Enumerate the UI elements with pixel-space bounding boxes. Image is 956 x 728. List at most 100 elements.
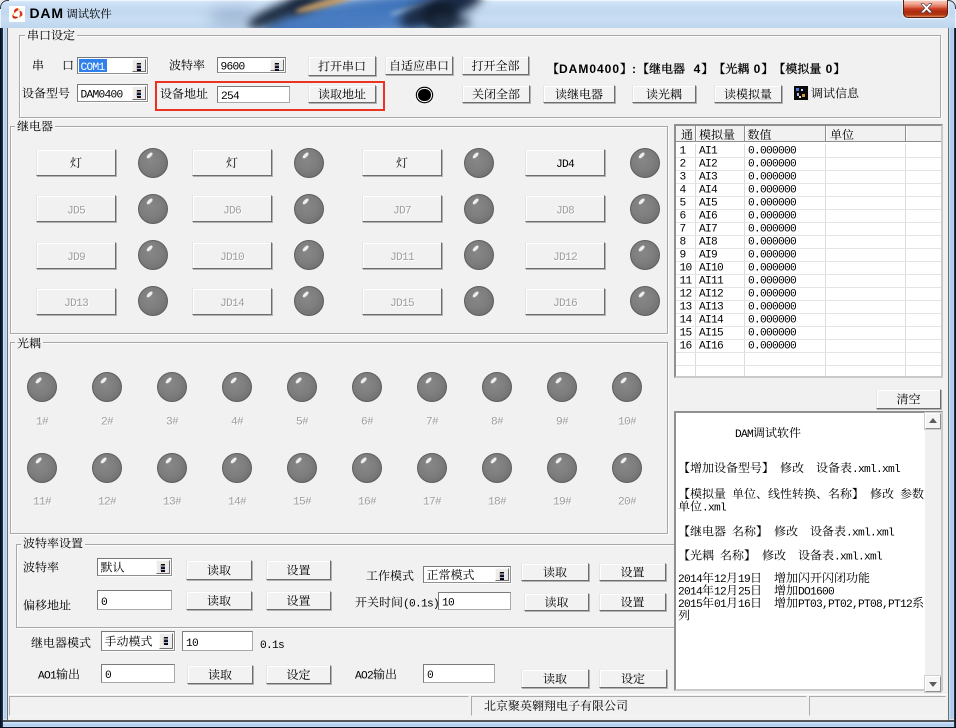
svg-text:8#: 8#	[491, 417, 504, 429]
svg-text:4: 4	[680, 185, 687, 197]
svg-text:0.000000: 0.000000	[748, 237, 797, 249]
svg-text:0.000000: 0.000000	[748, 302, 797, 314]
svg-text:14: 14	[680, 315, 693, 327]
svg-text:AI15: AI15	[699, 328, 724, 340]
svg-text:AI10: AI10	[699, 263, 724, 275]
svg-text:13#: 13#	[163, 497, 182, 509]
svg-text:19: 19	[738, 574, 751, 586]
svg-text:25: 25	[738, 587, 751, 599]
svg-text:13: 13	[680, 302, 693, 314]
svg-text:JD16: JD16	[553, 298, 578, 310]
svg-text:0.000000: 0.000000	[748, 198, 797, 210]
svg-text:AI14: AI14	[699, 315, 724, 327]
svg-text:16#: 16#	[358, 497, 377, 509]
svg-text:17#: 17#	[423, 497, 442, 509]
svg-text:7: 7	[680, 224, 687, 236]
svg-text:11: 11	[680, 276, 693, 288]
svg-text:12: 12	[680, 289, 693, 301]
svg-text:AI7: AI7	[699, 224, 718, 236]
svg-text:16: 16	[738, 599, 751, 611]
svg-text:AI9: AI9	[699, 250, 718, 262]
svg-text:JD15: JD15	[390, 298, 415, 310]
svg-text:20#: 20#	[618, 497, 637, 509]
svg-text:254: 254	[221, 91, 240, 103]
svg-text:AI2: AI2	[699, 159, 718, 171]
svg-text:01: 01	[714, 599, 727, 611]
svg-text:AO1: AO1	[38, 671, 57, 683]
svg-text:6: 6	[680, 211, 687, 223]
svg-text:3: 3	[680, 172, 687, 184]
svg-text:DO1600: DO1600	[798, 587, 835, 599]
svg-text:18#: 18#	[488, 497, 507, 509]
svg-text:4#: 4#	[231, 417, 244, 429]
svg-text:15#: 15#	[293, 497, 312, 509]
svg-text:JD5: JD5	[67, 206, 86, 218]
svg-text:.xml: .xml	[702, 503, 727, 515]
svg-text:0: 0	[101, 597, 108, 609]
svg-text:12#: 12#	[98, 497, 117, 509]
svg-text:DAM0400: DAM0400	[81, 90, 124, 102]
svg-text:12: 12	[714, 574, 727, 586]
svg-text:14#: 14#	[228, 497, 247, 509]
svg-text:PT03,PT02,PT08,PT12: PT03,PT02,PT08,PT12	[798, 599, 913, 611]
svg-text:.xml.xml: .xml.xml	[834, 552, 883, 564]
svg-text:DAM: DAM	[735, 429, 754, 441]
svg-text:0.000000: 0.000000	[748, 341, 797, 353]
svg-text:0.000000: 0.000000	[748, 250, 797, 262]
svg-text:15: 15	[680, 328, 693, 340]
svg-text:11#: 11#	[33, 497, 52, 509]
svg-text:JD4: JD4	[556, 159, 575, 171]
svg-text:5: 5	[680, 198, 687, 210]
svg-text:0.000000: 0.000000	[748, 289, 797, 301]
svg-text:JD10: JD10	[220, 252, 245, 264]
svg-text:19#: 19#	[553, 497, 572, 509]
svg-text:AI5: AI5	[699, 198, 718, 210]
svg-text:9: 9	[680, 250, 687, 262]
svg-text:AI4: AI4	[699, 185, 718, 197]
svg-text:0.000000: 0.000000	[748, 172, 797, 184]
svg-text:AI8: AI8	[699, 237, 718, 249]
svg-text:10: 10	[680, 263, 693, 275]
svg-text:0.000000: 0.000000	[748, 224, 797, 236]
svg-text:9600: 9600	[221, 62, 246, 74]
svg-text:JD12: JD12	[553, 252, 578, 264]
svg-text:8: 8	[680, 237, 687, 249]
svg-text:0.000000: 0.000000	[748, 185, 797, 197]
svg-text:.xml.xml: .xml.xml	[846, 528, 895, 540]
svg-text:AI11: AI11	[699, 276, 724, 288]
svg-text:6#: 6#	[361, 417, 374, 429]
svg-text:DAM: DAM	[30, 5, 64, 21]
svg-text:10#: 10#	[618, 417, 637, 429]
svg-text:AI12: AI12	[699, 289, 724, 301]
svg-text:AI1: AI1	[699, 146, 718, 158]
svg-text:AO2: AO2	[355, 671, 374, 683]
svg-text:AI16: AI16	[699, 341, 724, 353]
svg-text:JD7: JD7	[393, 206, 412, 218]
svg-text:3#: 3#	[166, 417, 179, 429]
svg-text:9#: 9#	[556, 417, 569, 429]
svg-text:JD11: JD11	[390, 252, 415, 264]
svg-text:.xml.xml: .xml.xml	[852, 464, 901, 476]
svg-text:DAM0400: DAM0400	[559, 62, 620, 76]
svg-text:2014: 2014	[678, 587, 703, 599]
svg-text:1#: 1#	[36, 417, 49, 429]
svg-text:AI3: AI3	[699, 172, 718, 184]
svg-text:5#: 5#	[296, 417, 309, 429]
svg-text:2#: 2#	[101, 417, 114, 429]
svg-text:(0.1s): (0.1s)	[403, 599, 440, 611]
svg-text:0.000000: 0.000000	[748, 315, 797, 327]
svg-text::: :	[632, 62, 637, 76]
svg-text:0.000000: 0.000000	[748, 211, 797, 223]
svg-text:0: 0	[821, 62, 833, 76]
svg-text:JD13: JD13	[64, 298, 89, 310]
svg-text:0: 0	[427, 670, 434, 682]
svg-text:4: 4	[685, 62, 701, 76]
svg-text:AI6: AI6	[699, 211, 718, 223]
svg-text:COM1: COM1	[81, 62, 106, 74]
svg-text:12: 12	[714, 587, 727, 599]
svg-text:16: 16	[680, 341, 693, 353]
svg-text:10: 10	[186, 638, 199, 650]
svg-text:2015: 2015	[678, 599, 703, 611]
svg-text:2014: 2014	[678, 574, 703, 586]
svg-text:JD9: JD9	[67, 252, 86, 264]
